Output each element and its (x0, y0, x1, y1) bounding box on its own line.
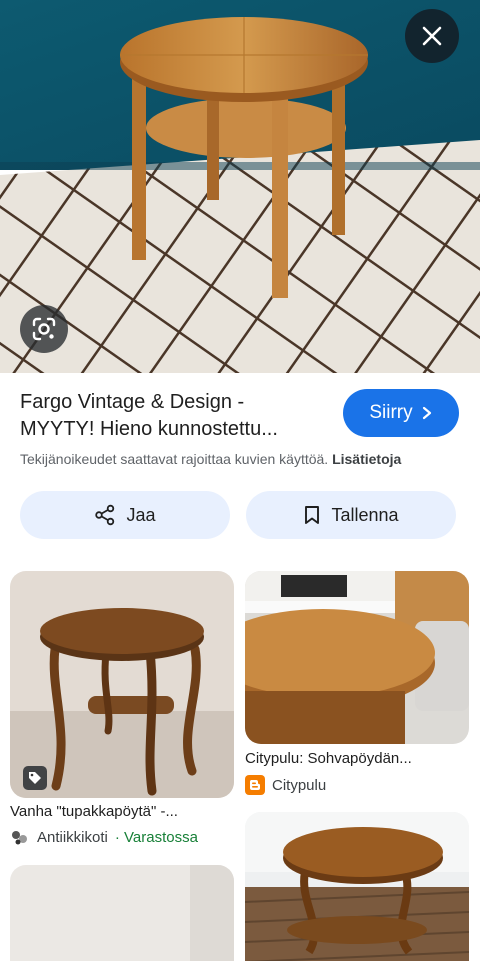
result-title[interactable]: Fargo Vintage & Design - MYYTY! Hieno ku… (20, 389, 320, 443)
blogger-icon (245, 775, 265, 795)
share-icon (95, 504, 115, 526)
related-image-1[interactable] (10, 571, 234, 798)
save-button[interactable]: Tallenna (246, 491, 456, 539)
close-icon (422, 26, 442, 46)
visit-button[interactable]: Siirry (343, 389, 459, 437)
stock-status: · Varastossa (114, 828, 198, 846)
copyright-notice: Tekijänoikeudet saattavat rajoittaa kuvi… (20, 451, 401, 467)
tag-icon (29, 772, 41, 784)
result-title-line2: MYYTY! Hieno kunnostettu... (20, 418, 278, 440)
antiikkikoti-logo-icon (12, 831, 27, 845)
hero-image[interactable] (0, 0, 480, 373)
related-title-1[interactable]: Vanha "tupakkapöytä" -... (10, 803, 234, 820)
visit-label: Siirry (369, 402, 413, 423)
close-button[interactable] (405, 9, 459, 63)
google-lens-button[interactable] (20, 305, 68, 353)
chevron-right-icon (422, 406, 431, 420)
related-image-4[interactable] (245, 812, 469, 961)
save-label: Tallenna (331, 504, 399, 525)
google-lens-icon (32, 317, 56, 341)
related-source-1[interactable]: Antiikkikoti · Varastossa (10, 828, 198, 846)
learn-more-link[interactable]: Lisätietoja (332, 451, 401, 467)
bookmark-icon (305, 506, 320, 524)
related-image-3[interactable] (10, 865, 234, 961)
related-image-2[interactable] (245, 571, 469, 744)
share-label: Jaa (126, 504, 156, 525)
source-name: Citypulu (272, 776, 327, 794)
copyright-text: Tekijänoikeudet saattavat rajoittaa kuvi… (20, 451, 329, 467)
related-source-2[interactable]: Citypulu (245, 775, 326, 795)
source-name: Antiikkikoti (37, 828, 108, 846)
related-title-2[interactable]: Citypulu: Sohvapöydän... (245, 750, 469, 767)
result-title-line1: Fargo Vintage & Design - (20, 391, 245, 413)
share-button[interactable]: Jaa (20, 491, 230, 539)
product-tag-badge (23, 766, 47, 790)
